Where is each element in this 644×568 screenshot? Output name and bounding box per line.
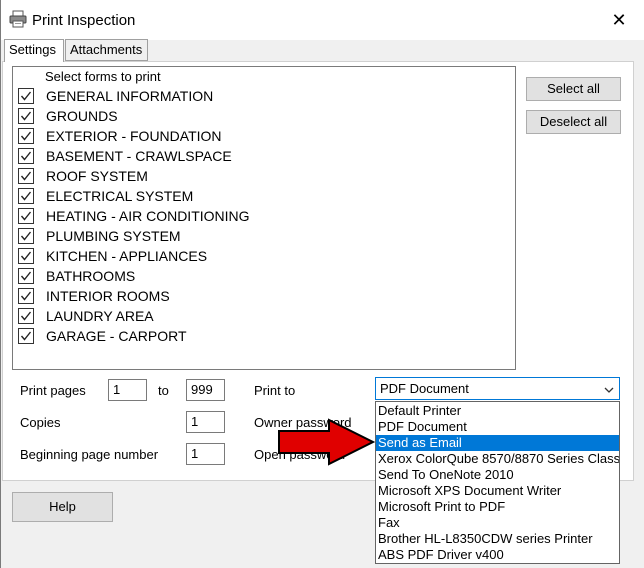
to-label: to (158, 383, 169, 398)
printer-option[interactable]: Brother HL-L8350CDW series Printer (376, 531, 619, 547)
copies-input[interactable]: 1 (186, 411, 225, 433)
form-item-label: ROOF SYSTEM (46, 168, 148, 184)
checkmark-icon (20, 331, 32, 341)
form-item-label: BATHROOMS (46, 268, 136, 284)
printer-option[interactable]: Fax (376, 515, 619, 531)
form-item-label: EXTERIOR - FOUNDATION (46, 128, 222, 144)
beginning-page-input[interactable]: 1 (186, 443, 225, 465)
form-item-label: KITCHEN - APPLIANCES (46, 248, 208, 264)
printer-icon (9, 10, 27, 28)
checkbox[interactable] (18, 88, 34, 104)
printer-option[interactable]: Default Printer (376, 403, 619, 419)
checkbox[interactable] (18, 288, 34, 304)
checkbox[interactable] (18, 108, 34, 124)
printer-option[interactable]: Send To OneNote 2010 (376, 467, 619, 483)
checkbox[interactable] (18, 128, 34, 144)
select-all-button[interactable]: Select all (526, 77, 621, 101)
checkbox[interactable] (18, 228, 34, 244)
checkmark-icon (20, 291, 32, 301)
checkmark-icon (20, 231, 32, 241)
checkmark-icon (20, 311, 32, 321)
deselect-all-button[interactable]: Deselect all (526, 110, 621, 134)
form-item-label: INTERIOR ROOMS (46, 288, 170, 304)
title-bar[interactable]: Print Inspection ✕ (1, 0, 644, 40)
form-item-label: HEATING - AIR CONDITIONING (46, 208, 250, 224)
help-button[interactable]: Help (12, 492, 113, 522)
form-item-label: GENERAL INFORMATION (46, 88, 214, 104)
form-item-label: ELECTRICAL SYSTEM (46, 188, 194, 204)
print-to-dropdown-list[interactable]: Default Printer PDF Document Send as Email… (375, 401, 620, 564)
checkbox[interactable] (18, 328, 34, 344)
printer-option[interactable]: Microsoft Print to PDF (376, 499, 619, 515)
printer-option[interactable]: PDF Document (376, 419, 619, 435)
print-to-select[interactable]: PDF Document (375, 377, 620, 400)
printer-option[interactable]: ABS PDF Driver v400 (376, 547, 619, 563)
print-pages-label: Print pages (20, 383, 86, 398)
checkmark-icon (20, 151, 32, 161)
window-title: Print Inspection (32, 12, 136, 29)
printer-option[interactable]: Send as Email (376, 435, 619, 451)
tab-attachments[interactable]: Attachments (65, 39, 148, 61)
copies-label: Copies (20, 415, 61, 430)
checkbox[interactable] (18, 308, 34, 324)
checkbox[interactable] (18, 168, 34, 184)
checkbox[interactable] (18, 248, 34, 264)
form-item-label: BASEMENT - CRAWLSPACE (46, 148, 232, 164)
printer-option[interactable]: Microsoft XPS Document Writer (376, 483, 619, 499)
checkmark-icon (20, 111, 32, 121)
form-item-label: GARAGE - CARPORT (46, 328, 187, 344)
printer-option[interactable]: Xerox ColorQube 8570/8870 Series Class (376, 451, 619, 467)
pages-from-input[interactable]: 1 (108, 379, 147, 401)
checkbox[interactable] (18, 208, 34, 224)
form-item-label: GROUNDS (46, 108, 118, 124)
red-arrow-icon (278, 418, 376, 466)
checkmark-icon (20, 171, 32, 181)
print-to-selected-value: PDF Document (380, 381, 469, 396)
forms-list-header: Select forms to print (45, 69, 161, 84)
checkmark-icon (20, 191, 32, 201)
print-inspection-window: Print Inspection ✕ Settings Attachments … (0, 0, 644, 568)
checkbox[interactable] (18, 148, 34, 164)
close-button[interactable]: ✕ (599, 6, 639, 34)
checkmark-icon (20, 251, 32, 261)
checkmark-icon (20, 131, 32, 141)
print-to-label: Print to (254, 383, 296, 398)
form-item-label: PLUMBING SYSTEM (46, 228, 181, 244)
checkmark-icon (20, 211, 32, 221)
pages-to-input[interactable]: 999 (186, 379, 225, 401)
checkmark-icon (20, 91, 32, 101)
checkbox[interactable] (18, 268, 34, 284)
form-item-label: LAUNDRY AREA (46, 308, 154, 324)
beginning-page-label: Beginning page number (20, 447, 159, 462)
chevron-down-icon[interactable] (604, 383, 614, 398)
tab-settings[interactable]: Settings (4, 39, 64, 62)
checkmark-icon (20, 271, 32, 281)
checkbox[interactable] (18, 188, 34, 204)
